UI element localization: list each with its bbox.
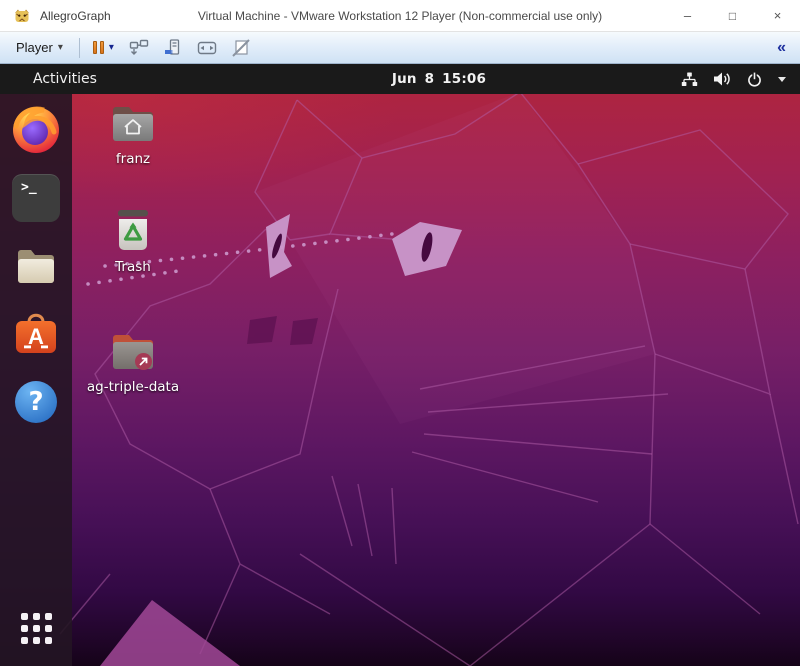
show-applications-button[interactable] <box>10 602 62 654</box>
send-ctrl-alt-del-button[interactable] <box>125 35 153 61</box>
vmware-player-window: AllegroGraph Virtual Machine - VMware Wo… <box>0 0 800 666</box>
suspend-icon <box>93 41 104 54</box>
desktop-icon-ag-triple-data[interactable]: ag-triple-data <box>96 326 170 395</box>
caret-down-icon <box>778 77 786 82</box>
terminal-prompt-glyph: >_ <box>21 180 37 195</box>
vm-devices-icon <box>163 38 183 58</box>
home-folder-icon <box>108 98 158 148</box>
player-caret-icon: ▾ <box>58 43 63 53</box>
terminal-icon: >_ <box>12 174 60 222</box>
dock: >_ A <box>0 94 72 666</box>
suspend-caret-icon: ▾ <box>109 43 114 53</box>
window-title: Virtual Machine - VMware Workstation 12 … <box>198 0 602 32</box>
help-icon: ? <box>11 377 61 427</box>
fullscreen-icon <box>196 38 218 58</box>
help-glyph: ? <box>28 387 43 417</box>
dock-item-ubuntu-software[interactable]: A <box>10 308 62 360</box>
toolbar-separator <box>79 38 80 58</box>
allegrograph-logo-icon <box>14 8 30 24</box>
firefox-icon <box>11 105 61 155</box>
send-ctrl-alt-del-icon <box>129 38 149 58</box>
suspend-vm-button[interactable]: ▾ <box>88 38 119 57</box>
unity-mode-button[interactable] <box>227 35 255 61</box>
gnome-top-bar: Activities Jun 8 15:06 <box>0 64 800 94</box>
network-wired-icon <box>681 72 698 87</box>
system-menu-button[interactable] <box>681 64 800 94</box>
volume-icon <box>713 71 731 87</box>
dock-item-terminal[interactable]: >_ <box>10 172 62 224</box>
window-controls: – □ × <box>665 0 800 32</box>
dock-item-files[interactable] <box>10 240 62 292</box>
desktop-icon-trash[interactable]: Trash <box>96 206 170 275</box>
dock-item-firefox[interactable] <box>10 104 62 156</box>
player-menu-label: Player <box>16 40 53 55</box>
trash-icon <box>109 206 157 256</box>
desktop-icon-label: franz <box>116 151 150 167</box>
close-button[interactable]: × <box>755 0 800 32</box>
unity-mode-icon <box>231 38 251 58</box>
files-icon <box>11 241 61 291</box>
app-grid-icon <box>21 613 52 644</box>
collapse-toolbar-button[interactable]: « <box>771 39 792 57</box>
dock-item-help[interactable]: ? <box>10 376 62 428</box>
power-icon <box>746 71 763 88</box>
vm-devices-button[interactable] <box>159 35 187 61</box>
ubuntu-software-glyph: A <box>28 324 44 349</box>
minimize-button[interactable]: – <box>665 0 710 32</box>
folder-symlink-icon <box>108 326 158 376</box>
desktop-icon-label: Trash <box>115 259 151 275</box>
vm-name-label: AllegroGraph <box>40 9 111 23</box>
clock-button[interactable]: Jun 8 15:06 <box>392 71 486 87</box>
vm-screen: Activities Jun 8 15:06 <box>0 64 800 666</box>
vmware-toolbar: Player ▾ ▾ <box>0 32 800 64</box>
titlebar: AllegroGraph Virtual Machine - VMware Wo… <box>0 0 800 32</box>
desktop-icon-franz[interactable]: franz <box>96 98 170 167</box>
ubuntu-software-icon: A <box>11 309 61 359</box>
maximize-button[interactable]: □ <box>710 0 755 32</box>
activities-button[interactable]: Activities <box>33 71 97 87</box>
desktop-icon-label: ag-triple-data <box>87 379 179 395</box>
fullscreen-button[interactable] <box>193 35 221 61</box>
player-menu-button[interactable]: Player ▾ <box>8 37 71 58</box>
desktop-background[interactable]: franz Trash <box>0 94 800 666</box>
